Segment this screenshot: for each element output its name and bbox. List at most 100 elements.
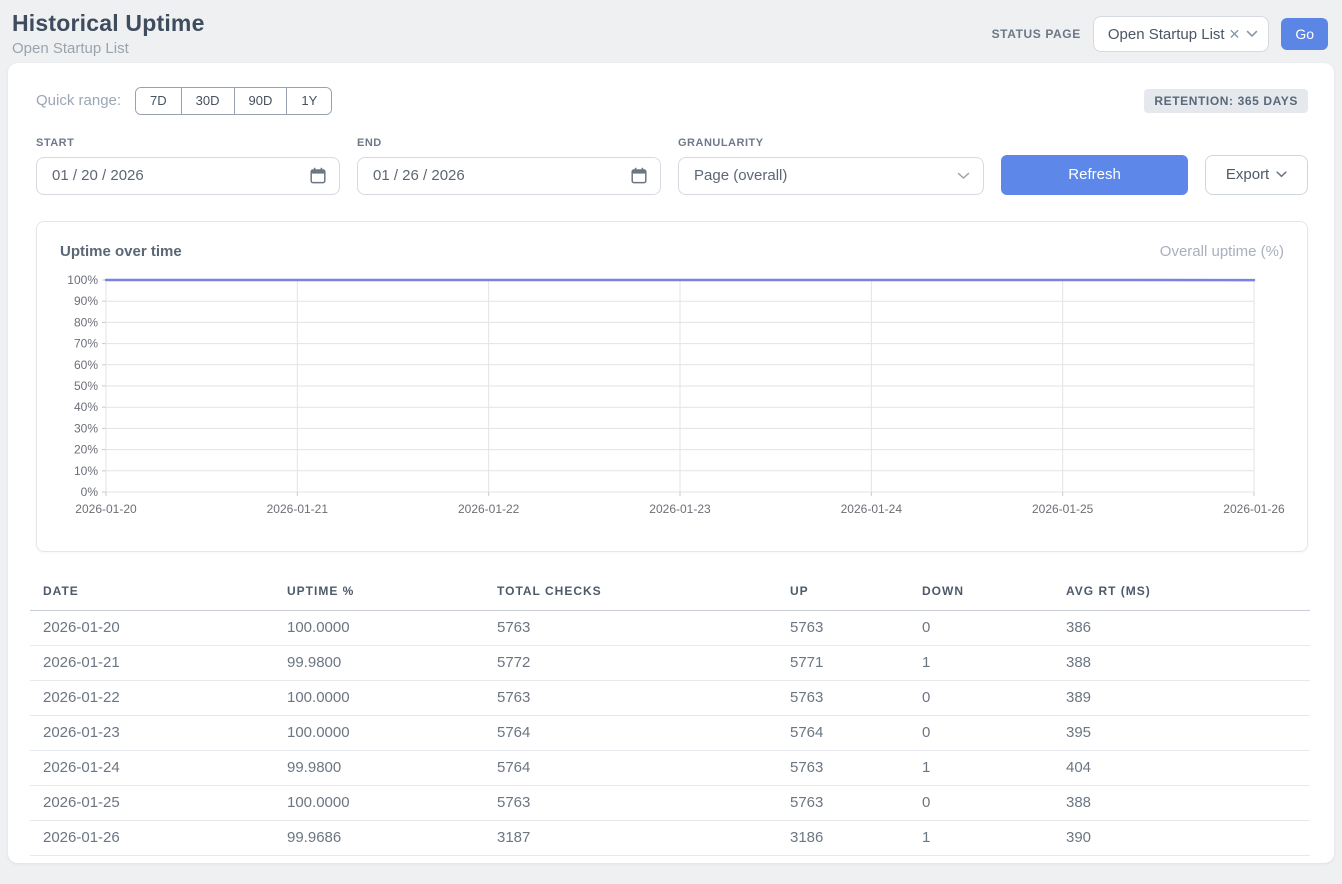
svg-text:2026-01-24: 2026-01-24 [841,502,903,516]
uptime-chart-card: Uptime over time Overall uptime (%) 0% 10… [36,221,1308,552]
svg-text:50%: 50% [74,379,98,393]
column-header: AVG RT (MS) [1053,576,1310,611]
table-cell: 1 [909,645,1053,680]
end-date-input[interactable]: 01 / 26 / 2026 [357,157,661,195]
table-cell: 0 [909,680,1053,715]
table-cell: 0 [909,785,1053,820]
uptime-table: DATEUPTIME %TOTAL CHECKSUPDOWNAVG RT (MS… [30,576,1310,856]
table-cell: 99.9800 [274,750,484,785]
granularity-label: GRANULARITY [678,137,984,149]
svg-text:2026-01-23: 2026-01-23 [649,502,711,516]
svg-text:2026-01-22: 2026-01-22 [458,502,520,516]
status-page-select[interactable]: Open Startup List ✕ [1093,16,1269,52]
end-date-value: 01 / 26 / 2026 [373,167,465,184]
table-cell: 3186 [777,820,909,855]
table-cell: 5764 [484,750,777,785]
table-cell: 395 [1053,715,1310,750]
quick-range-7d[interactable]: 7D [136,88,181,114]
table-cell: 386 [1053,610,1310,645]
svg-text:100%: 100% [67,273,98,287]
table-cell: 100.0000 [274,610,484,645]
table-cell: 5763 [777,785,909,820]
chevron-down-icon [1276,171,1287,178]
table-cell: 2026-01-21 [30,645,274,680]
svg-text:2026-01-20: 2026-01-20 [75,502,137,516]
svg-text:30%: 30% [74,421,98,435]
svg-text:20%: 20% [74,442,98,456]
column-header: DATE [30,576,274,611]
table-cell: 389 [1053,680,1310,715]
end-date-label: END [357,137,661,149]
column-header: DOWN [909,576,1053,611]
clear-selection-icon[interactable]: ✕ [1229,26,1241,43]
svg-text:2026-01-26: 2026-01-26 [1223,502,1285,516]
page-title: Historical Uptime [12,10,205,37]
svg-text:90%: 90% [74,294,98,308]
quick-range-30d[interactable]: 30D [181,88,234,114]
table-cell: 5763 [777,680,909,715]
svg-text:2026-01-25: 2026-01-25 [1032,502,1094,516]
table-cell: 0 [909,715,1053,750]
table-row: 2026-01-2699.9686318731861390 [30,820,1310,855]
table-cell: 5763 [484,610,777,645]
table-header-row: DATEUPTIME %TOTAL CHECKSUPDOWNAVG RT (MS… [30,576,1310,611]
top-bar: Historical Uptime Open Startup List STAT… [0,0,1342,63]
calendar-icon[interactable] [310,167,326,184]
start-date-input[interactable]: 01 / 20 / 2026 [36,157,340,195]
table-cell: 5763 [777,750,909,785]
uptime-table-wrap: DATEUPTIME %TOTAL CHECKSUPDOWNAVG RT (MS… [30,576,1312,856]
table-row: 2026-01-22100.0000576357630389 [30,680,1310,715]
table-cell: 5763 [484,680,777,715]
svg-text:40%: 40% [74,400,98,414]
table-cell: 100.0000 [274,715,484,750]
start-date-field: START 01 / 20 / 2026 [36,137,340,195]
calendar-icon[interactable] [631,167,647,184]
column-header: TOTAL CHECKS [484,576,777,611]
svg-text:80%: 80% [74,315,98,329]
table-row: 2026-01-25100.0000576357630388 [30,785,1310,820]
table-cell: 0 [909,610,1053,645]
table-cell: 2026-01-22 [30,680,274,715]
start-date-value: 01 / 20 / 2026 [52,167,144,184]
uptime-chart: 0%10%20%30%40%50%60%70%80%90%100%2026-01… [60,270,1284,537]
table-cell: 3187 [484,820,777,855]
quick-range-1y[interactable]: 1Y [286,88,331,114]
table-cell: 1 [909,750,1053,785]
refresh-button[interactable]: Refresh [1001,155,1188,195]
table-cell: 2026-01-25 [30,785,274,820]
chevron-down-icon [1246,30,1258,38]
quick-range-row: Quick range: 7D30D90D1Y RETENTION: 365 D… [36,87,1308,115]
filter-row: START 01 / 20 / 2026 END 01 / 26 / 2026 … [36,137,1308,195]
table-cell: 100.0000 [274,680,484,715]
table-cell: 99.9686 [274,820,484,855]
retention-badge: RETENTION: 365 DAYS [1144,89,1308,113]
table-cell: 99.9800 [274,645,484,680]
table-cell: 5763 [484,785,777,820]
table-row: 2026-01-23100.0000576457640395 [30,715,1310,750]
granularity-select[interactable]: Page (overall) [678,157,984,195]
end-date-field: END 01 / 26 / 2026 [357,137,661,195]
svg-text:60%: 60% [74,357,98,371]
uptime-line-chart: 0%10%20%30%40%50%60%70%80%90%100%2026-01… [60,270,1287,532]
table-cell: 5763 [777,610,909,645]
quick-range-label: Quick range: [36,92,121,109]
table-cell: 5772 [484,645,777,680]
quick-range-group: 7D30D90D1Y [135,87,332,115]
table-cell: 2026-01-20 [30,610,274,645]
table-cell: 2026-01-26 [30,820,274,855]
table-cell: 5764 [484,715,777,750]
table-cell: 388 [1053,785,1310,820]
svg-text:70%: 70% [74,336,98,350]
quick-range-90d[interactable]: 90D [234,88,287,114]
page-subtitle: Open Startup List [12,40,205,57]
table-cell: 5764 [777,715,909,750]
go-button[interactable]: Go [1281,18,1328,50]
table-cell: 404 [1053,750,1310,785]
chart-title: Uptime over time [60,243,182,260]
chart-legend-label: Overall uptime (%) [1160,243,1284,260]
export-button[interactable]: Export [1205,155,1308,195]
svg-text:0%: 0% [81,485,99,499]
table-cell: 100.0000 [274,785,484,820]
table-cell: 390 [1053,820,1310,855]
column-header: UPTIME % [274,576,484,611]
